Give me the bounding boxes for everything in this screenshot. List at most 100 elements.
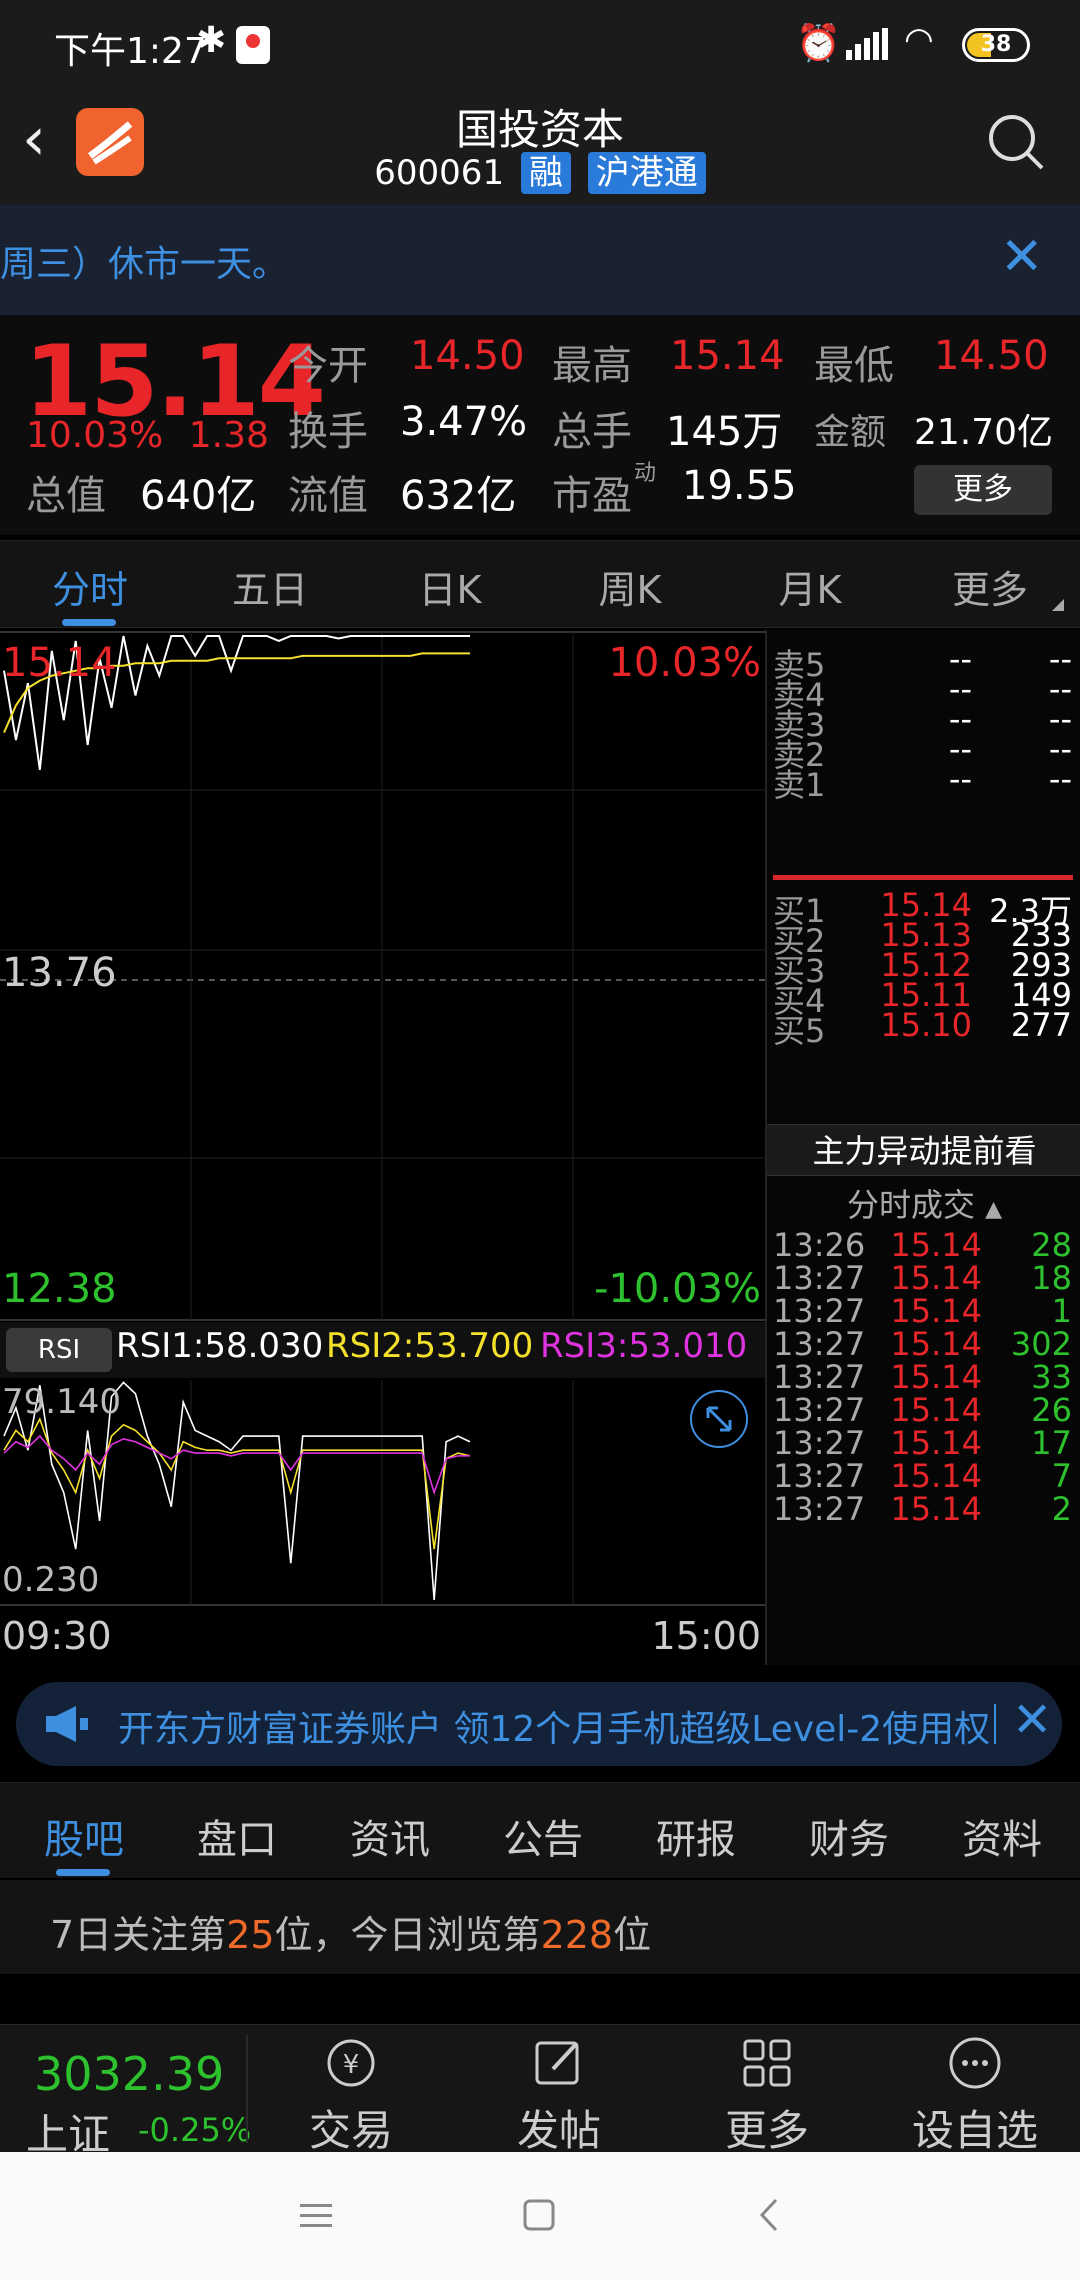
bid-row: 买5 15.10 277 xyxy=(767,1006,1080,1050)
rsi-bar: RSI RSI1:58.030 RSI2:53.700 RSI3:53.010 xyxy=(0,1322,765,1378)
content-tab[interactable]: 股吧 xyxy=(24,1807,144,1865)
quote-panel: 15.14 10.03% 1.38 今开 14.50 最高 15.14 最低 14.50 换… xyxy=(0,315,1080,535)
period-tab[interactable]: 更多 xyxy=(920,559,1060,614)
ask-row: 卖1 -- -- xyxy=(767,760,1080,804)
notice-text: 周三）休市一天。 xyxy=(0,244,289,285)
grid-icon xyxy=(743,2039,791,2087)
attention-rank: 7日关注第25位，今日浏览第228位 xyxy=(0,1878,1080,1974)
rsi2-line xyxy=(3,1417,471,1550)
megaphone-icon xyxy=(46,1706,88,1742)
quote-field-value: 145万 xyxy=(666,409,783,455)
intraday-chart[interactable]: 15.14 10.03% 13.76 12.38 -10.03% RSI RSI… xyxy=(0,630,765,1665)
stock-name: 国投资本 xyxy=(455,105,624,154)
rsi-button[interactable]: RSI xyxy=(6,1328,112,1372)
content-tab[interactable]: 盘口 xyxy=(177,1807,297,1865)
tick-row: 13:27 15.14 2 xyxy=(767,1490,1080,1538)
bid-label: 买5 xyxy=(773,1012,826,1050)
tick-time: 13:27 xyxy=(773,1490,866,1528)
quote-field-label: 最低 xyxy=(814,343,894,389)
content-tabs: 股吧 盘口 资讯 公告 研报 财务 资料 xyxy=(0,1782,1080,1878)
ticks-header[interactable]: 分时成交 ▲ xyxy=(767,1180,1080,1226)
nav-post-button[interactable]: 发帖 xyxy=(484,2033,634,2158)
main-force-hint[interactable]: 主力异动提前看 xyxy=(767,1124,1080,1176)
rsi3-value: RSI3:53.010 xyxy=(540,1326,748,1366)
quote-field-label: 总手 xyxy=(552,409,632,455)
quote-field-label: 市盈 xyxy=(552,473,632,519)
wifi-icon: ◠ xyxy=(904,20,934,60)
rsi2-value: RSI2:53.700 xyxy=(326,1326,534,1366)
book-divider xyxy=(773,875,1073,880)
rank-text: 7日关注第25位，今日浏览第228位 xyxy=(50,1904,651,1959)
nav-separator xyxy=(246,2035,248,2143)
period-tab[interactable]: 周K xyxy=(560,559,700,614)
close-icon[interactable]: ✕ xyxy=(1012,1692,1052,1748)
promo-banner[interactable]: 开东方财富证券账户 领12个月手机超级Level-2使用权 ✕ xyxy=(16,1682,1062,1766)
quote-field-label: 最高 xyxy=(552,343,632,389)
caret-up-icon: ▲ xyxy=(985,1197,1003,1222)
start-time-label: 09:30 xyxy=(2,1614,112,1658)
index-change: -0.25% xyxy=(138,2111,252,2149)
top-price-label: 15.14 xyxy=(2,640,117,686)
add-watch-icon xyxy=(949,2037,1001,2089)
system-nav-bar xyxy=(0,2152,1080,2280)
nav-add-watch-label: 设自选 xyxy=(911,2106,1038,2155)
period-tabs: 分时 五日 日K 周K 月K 更多 xyxy=(0,540,1080,628)
top-pct-label: 10.03% xyxy=(608,640,761,686)
content-tab[interactable]: 资讯 xyxy=(330,1807,450,1865)
rank-suffix: 位 xyxy=(613,1913,652,1957)
post-icon xyxy=(535,2041,579,2085)
rank-prefix: 7日关注第 xyxy=(50,1913,227,1957)
bottom-pct-label: -10.03% xyxy=(594,1266,761,1312)
menu-icon[interactable] xyxy=(298,2200,334,2232)
search-icon[interactable] xyxy=(986,112,1046,172)
status-time: 下午1:27 xyxy=(54,31,207,72)
nav-more-button[interactable]: 更多 xyxy=(692,2033,842,2158)
bottom-nav: 3032.39 上证 -0.25% ¥ 交易 发帖 更多 设自选 xyxy=(0,2024,1080,2159)
quote-field-label: 今开 xyxy=(288,343,368,389)
content-tab[interactable]: 资料 xyxy=(942,1807,1062,1865)
period-tab[interactable]: 日K xyxy=(380,559,520,614)
promo-separator xyxy=(994,1704,996,1744)
stock-code: 600061 xyxy=(374,153,505,193)
bluetooth-icon: ✱ xyxy=(196,20,227,61)
ask-volume: -- xyxy=(1048,760,1072,798)
nav-add-watch-button[interactable]: 设自选 xyxy=(900,2033,1050,2158)
quote-field-label: 换手 xyxy=(288,409,368,455)
rank-middle: 位，今日浏览第 xyxy=(274,1913,541,1957)
period-tab[interactable]: 五日 xyxy=(200,559,340,614)
battery-icon: 38 xyxy=(962,28,1030,62)
quote-field-value: 14.50 xyxy=(934,333,1049,379)
quote-field-value: 632亿 xyxy=(400,473,517,519)
connect-tag: 沪港通 xyxy=(587,152,706,194)
nav-trade-button[interactable]: ¥ 交易 xyxy=(276,2033,426,2158)
content-tab[interactable]: 研报 xyxy=(636,1807,756,1865)
bid-price: 15.10 xyxy=(880,1006,972,1044)
rank-browse-number: 228 xyxy=(540,1913,614,1957)
quote-field-label: 金额 xyxy=(814,412,887,453)
nav-post-label: 发帖 xyxy=(516,2106,601,2155)
rsi-bottom-label: 0.230 xyxy=(2,1560,100,1600)
ask-label: 卖1 xyxy=(773,766,826,804)
nav-trade-label: 交易 xyxy=(308,2106,393,2155)
index-value[interactable]: 3032.39 xyxy=(34,2047,224,2101)
rank-follow-number: 25 xyxy=(226,1913,275,1957)
map-app-icon xyxy=(236,26,270,64)
ask-price: -- xyxy=(948,760,972,798)
home-icon[interactable] xyxy=(522,2198,556,2232)
close-icon[interactable]: ✕ xyxy=(1000,227,1044,287)
back-nav-icon[interactable] xyxy=(756,2196,780,2234)
more-button[interactable]: 更多 xyxy=(914,465,1052,515)
rsi-top-label: 79.140 xyxy=(2,1382,121,1422)
change-pct: 10.03% xyxy=(26,415,164,456)
bottom-price-label: 12.38 xyxy=(2,1266,117,1312)
period-tab[interactable]: 月K xyxy=(740,559,880,614)
tick-price: 15.14 xyxy=(890,1490,982,1528)
promo-text: 开东方财富证券账户 领12个月手机超级Level-2使用权 xyxy=(118,1709,991,1750)
content-tab[interactable]: 公告 xyxy=(483,1807,603,1865)
ticks-header-label: 分时成交 xyxy=(846,1186,975,1224)
signal-icon xyxy=(846,28,888,60)
chart-canvas xyxy=(0,631,765,1606)
expand-icon[interactable] xyxy=(690,1390,748,1448)
content-tab[interactable]: 财务 xyxy=(789,1807,909,1865)
period-tab[interactable]: 分时 xyxy=(20,559,160,614)
